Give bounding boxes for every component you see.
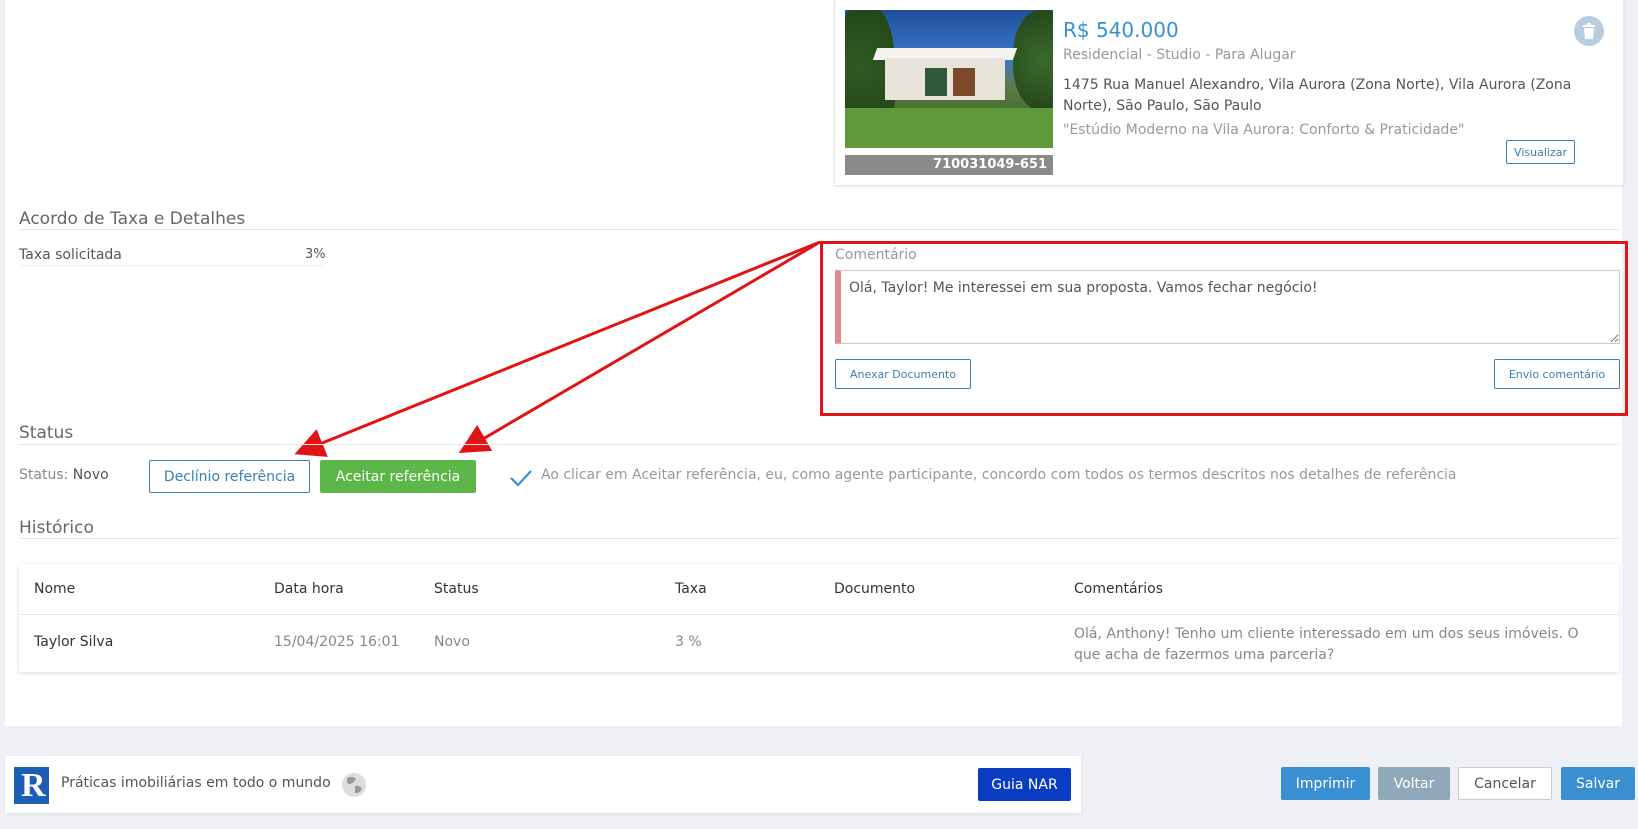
checkmark-icon [510, 470, 532, 487]
column-header: Data hora [274, 581, 344, 597]
back-button[interactable]: Voltar [1378, 767, 1450, 800]
column-header: Nome [34, 581, 76, 597]
cell-fee: 3 % [675, 634, 702, 650]
nar-guide-button[interactable]: Guia NAR [978, 768, 1071, 801]
cell-datetime: 15/04/2025 16:01 [274, 634, 400, 650]
column-header: Taxa [675, 581, 707, 597]
print-button[interactable]: Imprimir [1281, 767, 1370, 800]
globe-icon [342, 773, 366, 797]
divider [19, 538, 1619, 539]
accept-terms-note: Ao clicar em Aceitar referência, eu, com… [541, 467, 1457, 483]
status-prefix: Status: [19, 467, 69, 483]
divider [19, 444, 1619, 445]
cell-comment: Olá, Anthony! Tenho um cliente interessa… [1074, 626, 1579, 663]
realtor-logo-icon: R [14, 767, 49, 804]
cancel-button[interactable]: Cancelar [1458, 767, 1552, 800]
column-header: Status [434, 581, 479, 597]
footer-tagline: Práticas imobiliárias em todo o mundo [61, 775, 331, 791]
history-table: Nome Data hora Status Taxa Documento Com… [19, 564, 1619, 672]
status-section-title: Status [19, 423, 74, 443]
footer-bar: R Práticas imobiliárias em todo o mundo … [5, 756, 1081, 813]
cell-name: Taylor Silva [34, 634, 114, 650]
accept-referral-button[interactable]: Aceitar referência [320, 460, 476, 493]
cell-status: Novo [434, 634, 470, 650]
status-value: Novo [72, 467, 109, 483]
divider [19, 614, 1619, 615]
red-arrow-annotation [294, 240, 821, 457]
history-section-title: Histórico [19, 518, 94, 538]
decline-referral-button[interactable]: Declínio referência [149, 460, 310, 493]
column-header: Documento [834, 581, 916, 597]
column-header: Comentários [1074, 581, 1164, 597]
status-text: Status: Novo [19, 467, 109, 483]
save-button[interactable]: Salvar [1561, 767, 1635, 800]
